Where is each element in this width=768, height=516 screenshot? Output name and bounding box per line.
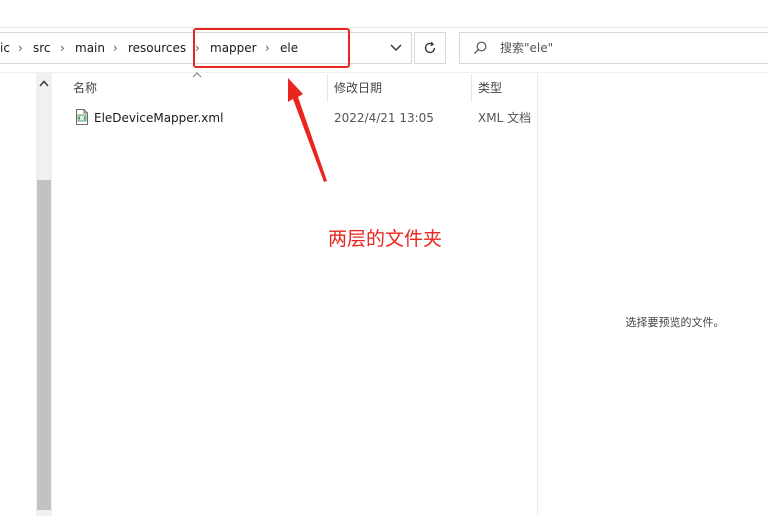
breadcrumb-resources[interactable]: resources — [128, 40, 186, 56]
search-icon — [474, 41, 487, 54]
annotation-text: 两层的文件夹 — [328, 228, 443, 250]
breadcrumb-main[interactable]: main — [75, 40, 105, 56]
breadcrumb-src[interactable]: src — [33, 40, 51, 56]
scroll-up-button[interactable] — [36, 76, 52, 90]
file-type: XML 文档 — [478, 111, 532, 125]
column-header-name[interactable]: 名称 — [73, 80, 97, 96]
column-header-type[interactable]: 类型 — [478, 80, 502, 96]
column-header-modified[interactable]: 修改日期 — [334, 80, 382, 96]
sort-ascending-icon — [192, 72, 202, 78]
breadcrumb-separator[interactable]: › — [18, 40, 23, 56]
chevron-up-icon — [39, 79, 49, 87]
toolbar-divider — [0, 27, 768, 28]
address-history-dropdown[interactable] — [382, 37, 410, 59]
scrollbar-thumb[interactable] — [37, 180, 51, 510]
header-divider — [0, 72, 768, 73]
file-name[interactable]: EleDeviceMapper.xml — [94, 110, 223, 126]
refresh-button[interactable] — [414, 32, 446, 64]
search-placeholder[interactable]: 搜索"ele" — [500, 40, 553, 56]
xml-file-icon — [76, 109, 88, 125]
breadcrumb-separator[interactable]: › — [113, 40, 118, 56]
preview-pane-message: 选择要预览的文件。 — [625, 316, 725, 329]
breadcrumb-ic[interactable]: ic — [0, 40, 10, 56]
annotation-highlight-box — [193, 28, 350, 68]
column-divider[interactable] — [471, 74, 472, 102]
chevron-down-icon — [390, 44, 402, 51]
annotation-arrow — [288, 78, 327, 182]
breadcrumb-separator[interactable]: › — [60, 40, 65, 56]
file-modified-date: 2022/4/21 13:05 — [334, 111, 434, 125]
preview-pane-divider[interactable] — [537, 73, 538, 516]
refresh-icon — [424, 41, 436, 54]
